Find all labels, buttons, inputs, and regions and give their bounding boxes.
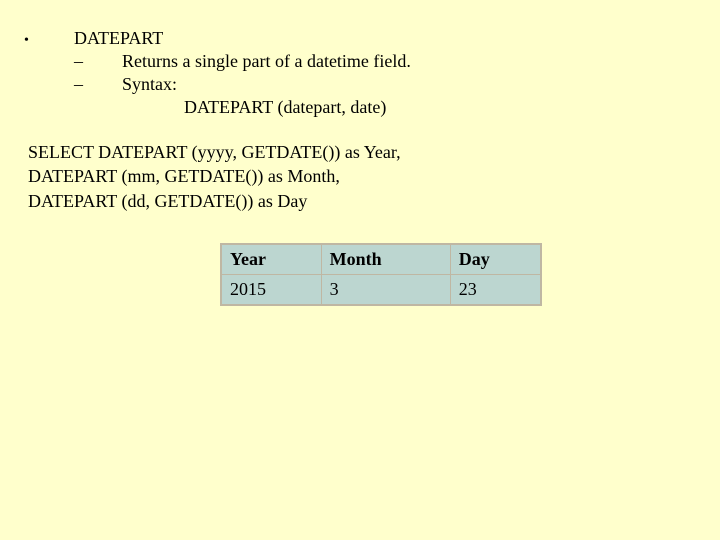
bullet-l2a-text: Returns a single part of a datetime fiel… <box>122 51 696 72</box>
sql-line-2: DATEPART (mm, GETDATE()) as Month, <box>28 164 696 188</box>
table-row: 2015 3 23 <box>221 274 541 305</box>
cell-year: 2015 <box>221 274 321 305</box>
bullet-l2a-marker: – <box>74 51 122 72</box>
bullet-l2b-text: Syntax: <box>122 74 696 95</box>
bullet-l1-marker: • <box>24 33 74 49</box>
bullet-l3-text: DATEPART (datepart, date) <box>184 97 386 117</box>
cell-month: 3 <box>321 274 450 305</box>
col-header-month: Month <box>321 244 450 275</box>
col-header-day: Day <box>450 244 541 275</box>
result-table: Year Month Day 2015 3 23 <box>220 243 542 306</box>
sql-code-block: SELECT DATEPART (yyyy, GETDATE()) as Yea… <box>28 140 696 213</box>
sql-line-3: DATEPART (dd, GETDATE()) as Day <box>28 189 696 213</box>
bullet-l2b-marker: – <box>74 74 122 95</box>
table-header-row: Year Month Day <box>221 244 541 275</box>
col-header-year: Year <box>221 244 321 275</box>
cell-day: 23 <box>450 274 541 305</box>
bullet-l1-text: DATEPART <box>74 28 696 49</box>
sql-line-1: SELECT DATEPART (yyyy, GETDATE()) as Yea… <box>28 140 696 164</box>
